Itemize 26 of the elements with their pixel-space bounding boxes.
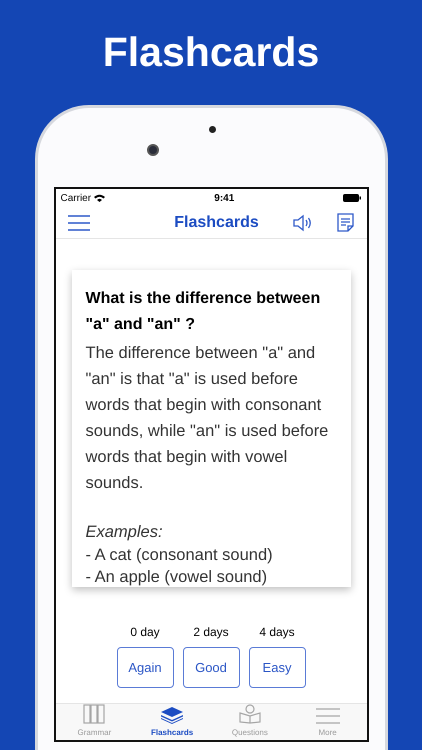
tab-item[interactable]: Flashcards <box>133 704 211 740</box>
books-icon <box>83 704 106 724</box>
rating-button[interactable]: Easy <box>248 647 306 688</box>
card-question: What is the difference between "a" and "an" ? <box>86 289 322 335</box>
nav-title: Flashcards <box>174 212 259 232</box>
card-answer: The difference between "a" and "an" is that "a" is used before words that begin with consonant sounds, while "an" is used before words that begin with vowel sounds. <box>86 343 330 494</box>
interval-label: 0 day <box>130 624 160 641</box>
wifi-icon <box>94 194 106 202</box>
menu-icon <box>316 708 340 724</box>
status-time: 9:41 <box>214 192 234 206</box>
rating-button[interactable]: Good <box>182 647 240 688</box>
stack-icon <box>160 706 184 724</box>
interval-label: 4 days <box>259 624 295 641</box>
battery-icon <box>343 194 362 202</box>
carrier-label: Carrier <box>60 192 92 206</box>
interval-label: 2 days <box>193 624 229 641</box>
reader-icon <box>238 704 262 724</box>
examples-heading: Examples: <box>86 522 164 543</box>
example-line: - A cat (consonant sound) <box>86 545 274 566</box>
menu-button[interactable] <box>68 214 90 230</box>
notes-button[interactable] <box>337 213 354 232</box>
example-line: - An apple (vowel sound) <box>86 567 268 587</box>
speaker-button[interactable] <box>293 214 314 232</box>
rating-button[interactable]: Again <box>116 647 174 688</box>
banner-title: Flashcards <box>102 28 320 77</box>
flashcard[interactable] <box>72 270 350 587</box>
